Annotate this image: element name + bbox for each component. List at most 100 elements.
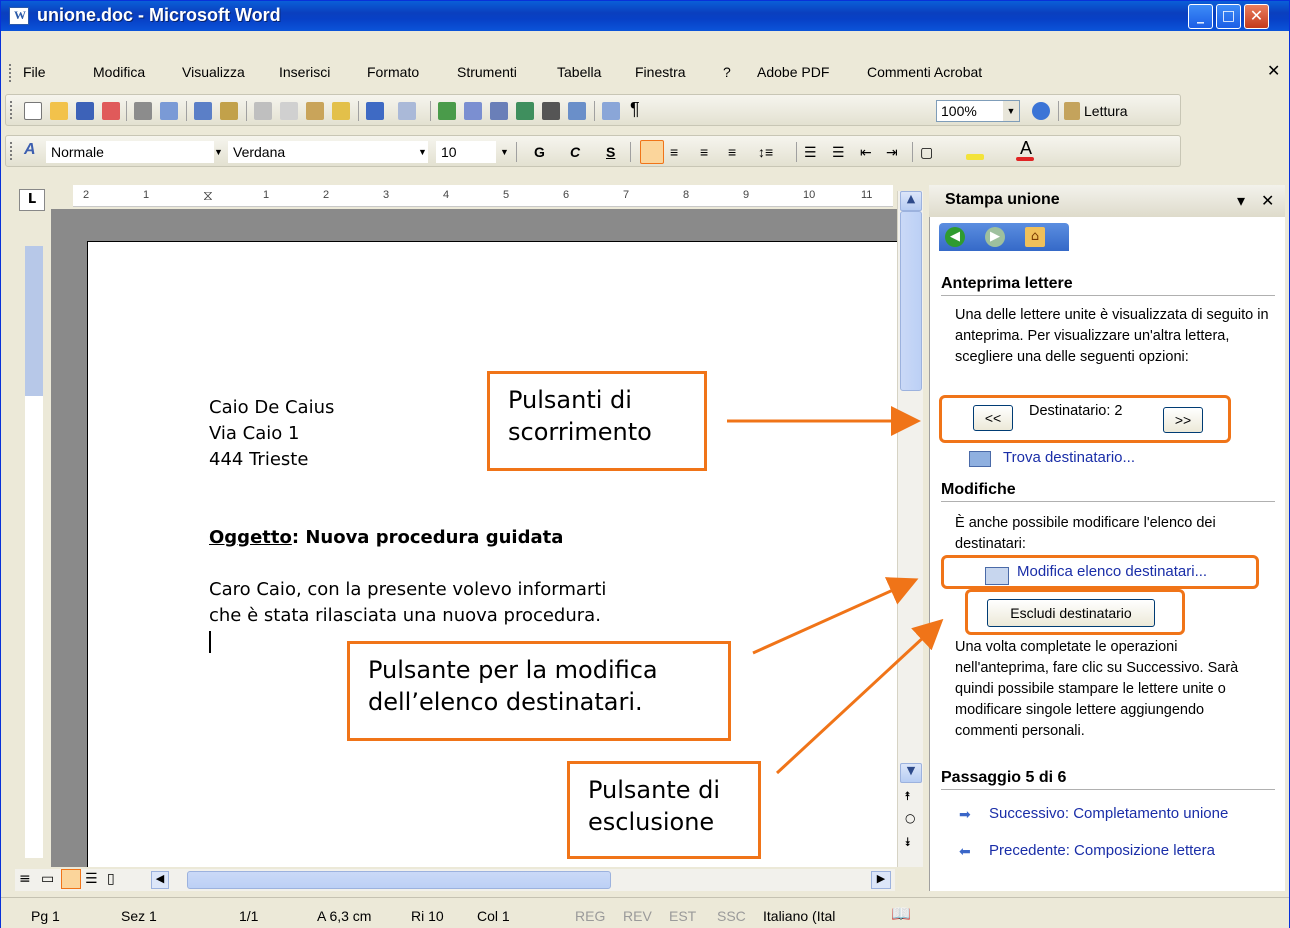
menu-tabella[interactable]: Tabella bbox=[557, 64, 601, 80]
previous-page-icon[interactable]: ⯭ bbox=[904, 789, 911, 804]
chevron-down-icon[interactable]: ▼ bbox=[214, 147, 223, 157]
menu-help[interactable]: ? bbox=[723, 64, 731, 80]
title-bar[interactable]: unione.doc - Microsoft Word bbox=[1, 1, 1289, 31]
menu-strumenti[interactable]: Strumenti bbox=[457, 64, 517, 80]
highlight-icon[interactable] bbox=[966, 154, 984, 160]
menu-file[interactable]: File bbox=[23, 64, 46, 80]
document-page[interactable] bbox=[87, 241, 897, 867]
status-record-macro[interactable]: REG bbox=[575, 908, 605, 924]
font-select[interactable]: Verdana bbox=[228, 141, 428, 163]
select-browse-object-icon[interactable]: ○ bbox=[905, 811, 915, 825]
help-icon[interactable] bbox=[1032, 102, 1050, 120]
task-pane-menu-icon[interactable]: ▾ bbox=[1237, 191, 1245, 210]
hyperlink-icon[interactable] bbox=[438, 102, 456, 120]
menu-inserisci[interactable]: Inserisci bbox=[279, 64, 330, 80]
chevron-down-icon[interactable]: ▼ bbox=[418, 147, 427, 157]
menu-commenti-acrobat[interactable]: Commenti Acrobat bbox=[867, 64, 982, 80]
print-icon[interactable] bbox=[134, 102, 152, 120]
align-right-icon[interactable]: ≡ bbox=[700, 144, 708, 160]
next-page-icon[interactable]: ⯯ bbox=[904, 835, 911, 850]
task-pane-close-icon[interactable]: ✕ bbox=[1261, 191, 1274, 210]
minimize-button[interactable]: _ bbox=[1188, 4, 1213, 29]
find-recipient-icon[interactable] bbox=[969, 451, 991, 467]
decrease-indent-icon[interactable]: ⇤ bbox=[860, 144, 872, 161]
line-spacing-icon[interactable]: ↕≡ bbox=[758, 144, 773, 160]
research-icon[interactable] bbox=[220, 102, 238, 120]
vertical-scrollbar[interactable]: ▲ ▼ ⯭ ○ ⯯ bbox=[897, 191, 923, 867]
tables-borders-icon[interactable] bbox=[464, 102, 482, 120]
next-step-link[interactable]: Successivo: Completamento unione bbox=[989, 805, 1228, 822]
justify-icon[interactable]: ≡ bbox=[728, 144, 736, 160]
spelling-status-icon[interactable]: 📖 bbox=[891, 904, 911, 924]
columns-icon[interactable] bbox=[542, 102, 560, 120]
chevron-down-icon[interactable]: ▼ bbox=[1003, 101, 1019, 121]
chevron-down-icon[interactable]: ▼ bbox=[500, 147, 509, 157]
reading-layout-icon[interactable] bbox=[1064, 102, 1080, 120]
reading-view-icon[interactable]: ▯ bbox=[107, 871, 115, 887]
close-button[interactable]: ✕ bbox=[1244, 4, 1269, 29]
home-icon[interactable]: ⌂ bbox=[1025, 227, 1045, 247]
scroll-down-icon[interactable]: ▼ bbox=[900, 763, 922, 783]
status-track-changes[interactable]: REV bbox=[623, 908, 652, 924]
menu-formato[interactable]: Formato bbox=[367, 64, 419, 80]
styles-icon[interactable]: A bbox=[24, 141, 36, 159]
web-view-icon[interactable]: ▭ bbox=[41, 871, 54, 887]
scroll-right-icon[interactable]: ▶ bbox=[871, 871, 891, 889]
toolbar-grip[interactable] bbox=[10, 142, 13, 160]
horizontal-scroll-thumb[interactable] bbox=[187, 871, 611, 889]
bold-button[interactable]: G bbox=[534, 144, 545, 160]
menu-visualizza[interactable]: Visualizza bbox=[182, 64, 245, 80]
menu-finestra[interactable]: Finestra bbox=[635, 64, 686, 80]
numbering-icon[interactable]: ☰ bbox=[804, 144, 817, 161]
tab-selector[interactable]: L bbox=[19, 189, 45, 211]
insert-table-icon[interactable] bbox=[490, 102, 508, 120]
toolbar-grip[interactable] bbox=[10, 101, 13, 119]
word-app-icon[interactable] bbox=[9, 7, 29, 25]
menu-modifica[interactable]: Modifica bbox=[93, 64, 145, 80]
normal-view-icon[interactable]: ≡ bbox=[19, 871, 31, 887]
outline-view-icon[interactable]: ☰ bbox=[85, 871, 98, 887]
save-icon[interactable] bbox=[76, 102, 94, 120]
document-map-icon[interactable] bbox=[602, 102, 620, 120]
status-overtype[interactable]: SSC bbox=[717, 908, 746, 924]
indent-marker-icon[interactable]: ⧖ bbox=[203, 187, 213, 204]
cut-icon[interactable] bbox=[254, 102, 272, 120]
status-language[interactable]: Italiano (Ital bbox=[763, 908, 835, 924]
find-recipient-link[interactable]: Trova destinatario... bbox=[1003, 449, 1135, 466]
forward-icon[interactable]: ▶ bbox=[985, 227, 1005, 247]
scroll-thumb[interactable] bbox=[900, 211, 922, 391]
borders-icon[interactable]: ▢ bbox=[920, 144, 933, 161]
increase-indent-icon[interactable]: ⇥ bbox=[886, 144, 898, 161]
print-layout-view-icon[interactable] bbox=[61, 869, 81, 889]
permission-icon[interactable] bbox=[102, 102, 120, 120]
menu-adobe-pdf[interactable]: Adobe PDF bbox=[757, 64, 829, 80]
scroll-up-icon[interactable]: ▲ bbox=[900, 191, 922, 211]
status-extend[interactable]: EST bbox=[669, 908, 696, 924]
align-center-icon[interactable]: ≡ bbox=[670, 144, 678, 160]
horizontal-ruler[interactable]: 2 1 ⧖ 1 2 3 4 5 6 7 8 9 10 11 bbox=[73, 185, 893, 207]
open-folder-icon[interactable] bbox=[50, 102, 68, 120]
font-size-select[interactable]: 10 bbox=[436, 141, 496, 163]
underline-button[interactable]: S bbox=[606, 144, 615, 160]
paste-icon[interactable] bbox=[306, 102, 324, 120]
document-close-icon[interactable]: ✕ bbox=[1267, 61, 1280, 80]
spelling-icon[interactable] bbox=[194, 102, 212, 120]
format-painter-icon[interactable] bbox=[332, 102, 350, 120]
insert-excel-icon[interactable] bbox=[516, 102, 534, 120]
align-left-icon[interactable] bbox=[640, 140, 664, 164]
undo-icon[interactable] bbox=[366, 102, 384, 120]
zoom-select[interactable]: 100% ▼ bbox=[936, 100, 1020, 122]
drawing-icon[interactable] bbox=[568, 102, 586, 120]
scroll-left-icon[interactable]: ◀ bbox=[151, 871, 169, 889]
previous-step-link[interactable]: Precedente: Composizione lettera bbox=[989, 842, 1215, 859]
new-document-icon[interactable] bbox=[24, 102, 42, 120]
redo-icon[interactable] bbox=[398, 102, 416, 120]
bullets-icon[interactable]: ☰ bbox=[832, 144, 845, 161]
copy-icon[interactable] bbox=[280, 102, 298, 120]
show-hide-icon[interactable]: ¶ bbox=[630, 99, 640, 120]
print-preview-icon[interactable] bbox=[160, 102, 178, 120]
reading-layout-button[interactable]: Lettura bbox=[1084, 103, 1128, 119]
maximize-button[interactable]: □ bbox=[1216, 4, 1241, 29]
italic-button[interactable]: C bbox=[570, 144, 580, 160]
menu-grip[interactable] bbox=[9, 64, 12, 82]
